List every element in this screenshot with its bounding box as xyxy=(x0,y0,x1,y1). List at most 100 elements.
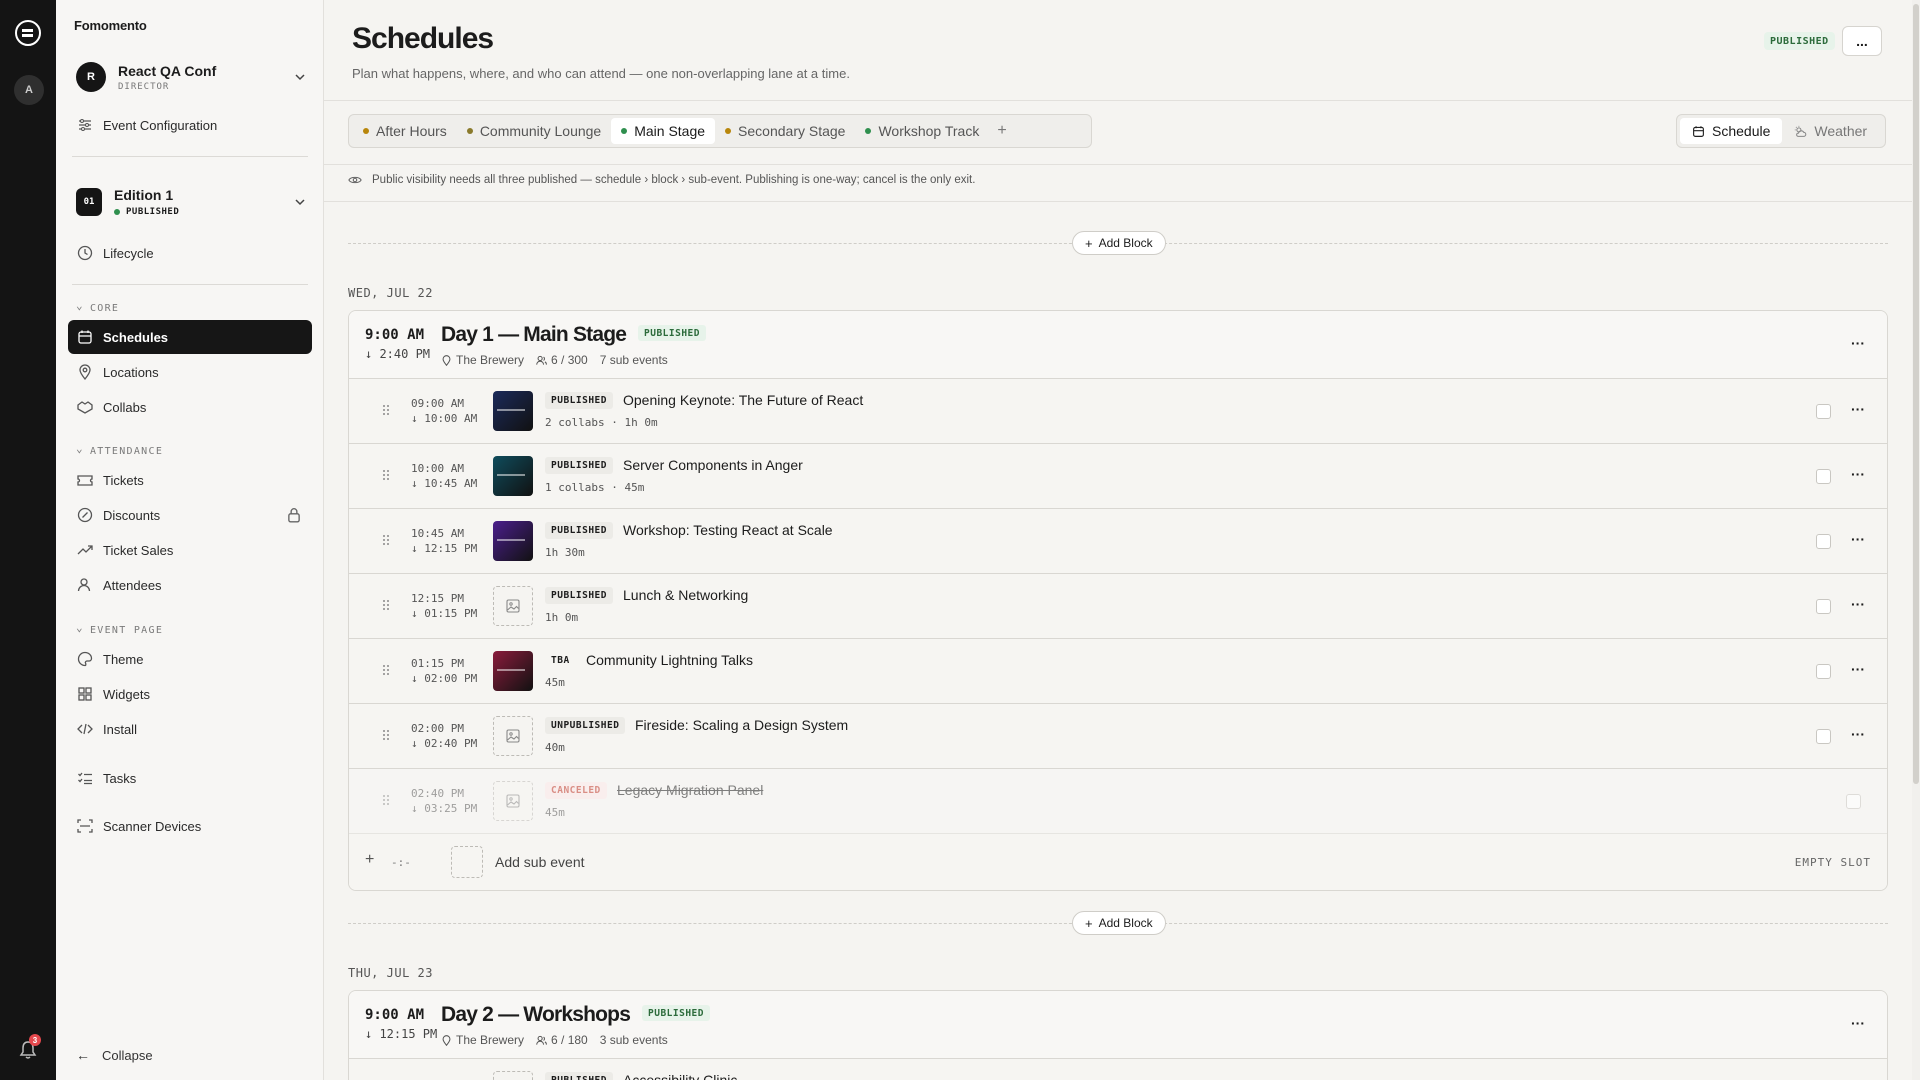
status-badge: PUBLISHED xyxy=(1764,32,1835,50)
collapse-label: Collapse xyxy=(102,1047,153,1063)
sub-event-title[interactable]: Community Lightning Talks xyxy=(586,652,753,668)
edition-switcher[interactable]: 01 Edition 1 PUBLISHED xyxy=(76,182,306,222)
block-end-time: ↓ 12:15 PM xyxy=(365,1027,438,1041)
sidebar-item-attendees[interactable]: Attendees xyxy=(68,568,312,602)
app-logo-icon[interactable] xyxy=(15,20,41,46)
sub-event-row[interactable]: 10:00 AM ↓ 10:45 AM PUBLISHED Server Compon… xyxy=(349,444,1887,509)
sub-event-row[interactable]: 12:15 PM ↓ 01:15 PM PUBLISHED Lunch & Netwo… xyxy=(349,574,1887,639)
grid-icon xyxy=(78,687,92,701)
lane-tabs: After Hours Community Lounge Main Stage … xyxy=(348,114,1092,148)
block-header[interactable]: 9:00 AM ↓ 2:40 PM Day 1 — Main Stage PUB… xyxy=(349,311,1887,379)
block-header[interactable]: 9:00 AM ↓ 12:15 PM Day 2 — Workshops PUB… xyxy=(349,991,1887,1059)
sub-event-title[interactable]: Opening Keynote: The Future of React xyxy=(623,392,863,408)
user-avatar[interactable]: A xyxy=(14,75,44,105)
sub-event-more-button[interactable]: ··· xyxy=(1851,401,1865,417)
block-more-button[interactable]: ··· xyxy=(1851,1015,1865,1031)
sub-event-more-button[interactable]: ··· xyxy=(1851,596,1865,612)
sub-event-checkbox[interactable] xyxy=(1816,534,1831,549)
collapse-button[interactable]: ← Collapse xyxy=(76,1047,153,1063)
sub-event-start-time: 12:15 PM xyxy=(411,592,464,605)
sub-event-checkbox[interactable] xyxy=(1816,599,1831,614)
sub-event-end-time: ↓ 03:25 PM xyxy=(411,802,478,815)
org-switcher[interactable]: R React QA Conf DIRECTOR xyxy=(76,60,306,94)
drag-handle-icon[interactable] xyxy=(383,404,389,416)
sub-event-status-badge: TBA xyxy=(551,655,570,666)
sub-event-row[interactable]: 01:15 PM ↓ 02:00 PM TBA Community Lightning… xyxy=(349,639,1887,704)
sub-event-checkbox[interactable] xyxy=(1816,664,1831,679)
add-block-button[interactable]: + Add Block xyxy=(1072,911,1166,935)
sub-event-title[interactable]: Workshop: Testing React at Scale xyxy=(623,522,833,538)
sub-event-thumbnail xyxy=(493,456,533,496)
sidebar-item-theme[interactable]: Theme xyxy=(68,642,312,676)
sidebar-item-locations[interactable]: Locations xyxy=(68,355,312,389)
drag-handle-icon[interactable] xyxy=(383,599,389,611)
sub-event-more-button[interactable]: ··· xyxy=(1851,661,1865,677)
drag-handle-icon[interactable] xyxy=(383,469,389,481)
sub-event-row[interactable]: 10:45 AM ↓ 12:15 PM PUBLISHED Workshop: Tes… xyxy=(349,509,1887,574)
sidebar-item-schedules[interactable]: Schedules xyxy=(68,320,312,354)
add-block-button[interactable]: + Add Block xyxy=(1072,231,1166,255)
sub-event-title[interactable]: Accessibility Clinic xyxy=(623,1072,737,1080)
schedule-view-button[interactable]: Schedule xyxy=(1680,118,1783,144)
sidebar-item-collabs[interactable]: Collabs xyxy=(68,390,312,424)
sub-event-thumbnail xyxy=(493,651,533,691)
drag-handle-icon[interactable] xyxy=(383,729,389,741)
sidebar-item-widgets[interactable]: Widgets xyxy=(68,677,312,711)
tab-workshop-track[interactable]: Workshop Track xyxy=(855,118,989,144)
scrollbar-thumb[interactable] xyxy=(1913,4,1919,784)
sub-event-end-time: ↓ 10:45 AM xyxy=(411,477,478,490)
sub-event-row[interactable]: 09:00 AM ↓ 10:00 AM PUBLISHED Opening Keyno… xyxy=(349,379,1887,444)
sub-event-checkbox[interactable] xyxy=(1816,404,1831,419)
sub-event-checkbox[interactable] xyxy=(1816,469,1831,484)
edition-badge: 01 xyxy=(76,188,102,216)
sub-event-title[interactable]: Fireside: Scaling a Design System xyxy=(635,717,848,733)
sub-event-row[interactable]: 02:00 PM ↓ 02:40 PM UNPUBLISHED Fireside: S… xyxy=(349,704,1887,769)
sidebar-item-tickets[interactable]: Tickets xyxy=(68,463,312,497)
sidebar-item-lifecycle[interactable]: Lifecycle xyxy=(68,236,312,270)
block-capacity: 6 / 300 xyxy=(551,353,588,367)
divider xyxy=(72,284,308,285)
sub-event-more-button[interactable]: ··· xyxy=(1851,726,1865,742)
sidebar-item-install[interactable]: Install xyxy=(68,712,312,746)
sub-event-more-button[interactable]: ··· xyxy=(1851,466,1865,482)
tab-label: Workshop Track xyxy=(878,123,980,139)
drag-handle-icon[interactable] xyxy=(383,664,389,676)
sub-event-status-badge: CANCELED xyxy=(545,782,607,799)
section-core[interactable]: CORE xyxy=(76,302,119,315)
sub-event-end-time: ↓ 01:15 PM xyxy=(411,607,478,620)
tab-secondary-stage[interactable]: Secondary Stage xyxy=(715,118,855,144)
sub-event-row[interactable]: 02:40 PM ↓ 03:25 PM CANCELED Legacy Migrati… xyxy=(349,769,1887,834)
sub-event-row[interactable]: PUBLISHEDAccessibility Clinic··· xyxy=(349,1059,1887,1080)
tab-after-hours[interactable]: After Hours xyxy=(353,118,457,144)
sidebar-item-label: Attendees xyxy=(103,577,162,593)
section-event-page[interactable]: EVENT PAGE xyxy=(76,624,163,637)
more-options-button[interactable]: ... xyxy=(1842,26,1882,56)
sidebar-item-ticket-sales[interactable]: Ticket Sales xyxy=(68,533,312,567)
sub-event-end-time: ↓ 12:15 PM xyxy=(411,542,478,555)
edition-status-label: PUBLISHED xyxy=(126,207,180,217)
sub-event-title[interactable]: Legacy Migration Panel xyxy=(617,782,763,798)
drag-handle-icon[interactable] xyxy=(383,794,389,806)
sidebar-item-discounts[interactable]: Discounts xyxy=(68,498,312,532)
thumbnail-caption-line xyxy=(497,409,525,411)
section-attendance[interactable]: ATTENDANCE xyxy=(76,445,163,458)
sub-event-checkbox[interactable] xyxy=(1846,794,1861,809)
add-lane-button[interactable]: + xyxy=(997,122,1006,140)
scrollbar[interactable] xyxy=(1912,0,1920,1080)
sub-event-start-time: 02:40 PM xyxy=(411,787,464,800)
sub-event-title[interactable]: Lunch & Networking xyxy=(623,587,748,603)
block-more-button[interactable]: ··· xyxy=(1851,335,1865,351)
sidebar-item-scanner-devices[interactable]: Scanner Devices xyxy=(68,809,312,843)
tab-main-stage[interactable]: Main Stage xyxy=(611,118,716,144)
sub-event-checkbox[interactable] xyxy=(1816,729,1831,744)
sidebar-item-tasks[interactable]: Tasks xyxy=(68,761,312,795)
sub-event-meta: 45m xyxy=(545,806,565,819)
tab-community-lounge[interactable]: Community Lounge xyxy=(457,118,611,144)
add-sub-event-row[interactable]: + -:- Add sub event EMPTY SLOT xyxy=(349,834,1887,890)
weather-view-button[interactable]: Weather xyxy=(1782,118,1879,144)
sub-event-more-button[interactable]: ··· xyxy=(1851,531,1865,547)
drag-handle-icon[interactable] xyxy=(383,534,389,546)
sub-event-status-badge: PUBLISHED xyxy=(545,522,613,539)
sidebar-item-event-configuration[interactable]: Event Configuration xyxy=(68,108,312,142)
sub-event-title[interactable]: Server Components in Anger xyxy=(623,457,803,473)
